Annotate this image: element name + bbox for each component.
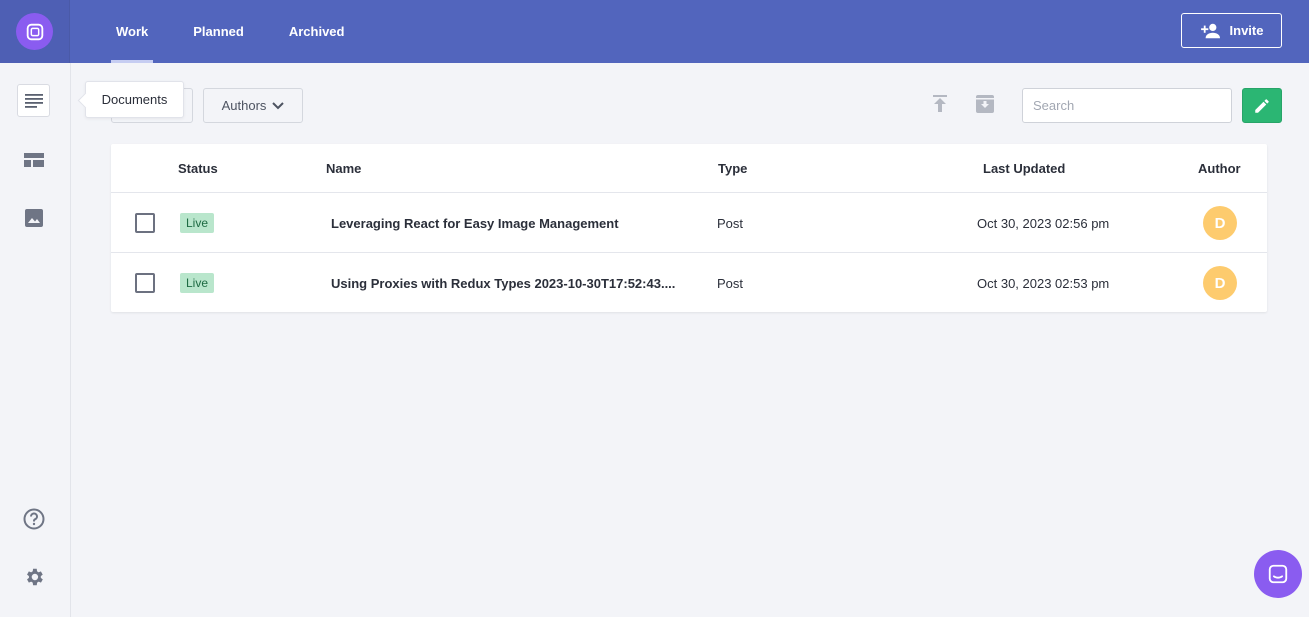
authors-filter-button[interactable]: Authors: [203, 88, 303, 123]
tab-archived[interactable]: Archived: [284, 0, 350, 63]
header-label: Author: [1198, 161, 1241, 176]
sidebar-item-documents[interactable]: [17, 84, 50, 117]
upload-icon: [933, 95, 947, 112]
tab-work[interactable]: Work: [111, 0, 154, 63]
status-badge: Live: [180, 273, 215, 293]
tab-planned[interactable]: Planned: [188, 0, 249, 63]
header-label: Last Updated: [983, 161, 1066, 176]
document-name[interactable]: Leveraging React for Easy Image Manageme…: [331, 193, 619, 253]
chevron-down-icon: [272, 101, 285, 109]
authors-label: Authors: [221, 98, 267, 113]
documents-table: Status Name Type Last Updated Author Liv…: [111, 144, 1267, 312]
tab-label: Planned: [193, 24, 244, 39]
last-updated: Oct 30, 2023 02:56 pm: [977, 215, 1110, 231]
sidebar-item-media[interactable]: [17, 201, 50, 234]
document-type: Post: [717, 215, 744, 231]
logo-cell: [0, 0, 70, 63]
sidebar-item-layouts[interactable]: [17, 143, 50, 176]
main-tabs: Work Planned Archived: [111, 0, 384, 63]
author-avatar: D: [1203, 266, 1237, 300]
documents-icon: [24, 93, 43, 108]
table-header: Status Name Type Last Updated Author: [111, 144, 1267, 193]
sidebar-item-help[interactable]: [17, 502, 50, 535]
archive-button[interactable]: [974, 93, 996, 115]
invite-label: Invite: [1229, 23, 1264, 38]
settings-icon: [26, 568, 43, 585]
document-type: Post: [717, 275, 744, 291]
logo-icon: [26, 23, 43, 40]
documents-tooltip: Documents: [85, 81, 184, 118]
help-icon: [23, 508, 44, 529]
chat-icon: [1268, 564, 1288, 584]
archive-icon: [976, 95, 994, 113]
sidebar: [0, 63, 71, 617]
status-badge: Live: [180, 213, 215, 233]
document-name[interactable]: Using Proxies with Redux Types 2023-10-3…: [331, 253, 675, 313]
sidebar-item-settings[interactable]: [17, 560, 50, 593]
invite-button[interactable]: Invite: [1181, 13, 1282, 48]
tab-label: Work: [116, 24, 149, 39]
column-header-last-updated[interactable]: Last Updated: [983, 144, 1065, 193]
top-bar: Work Planned Archived Invite: [0, 0, 1309, 63]
tooltip-label: Documents: [101, 92, 168, 107]
last-updated: Oct 30, 2023 02:53 pm: [977, 275, 1110, 291]
app-logo[interactable]: [16, 13, 53, 50]
image-icon: [24, 208, 43, 227]
publish-button[interactable]: [929, 93, 951, 115]
layout-icon: [23, 152, 44, 167]
new-document-button[interactable]: [1242, 88, 1282, 123]
author-avatar: D: [1203, 206, 1237, 240]
tab-label: Archived: [288, 24, 345, 39]
header-label: Name: [326, 161, 362, 176]
search-input[interactable]: [1022, 88, 1232, 123]
column-header-status[interactable]: Status: [178, 144, 218, 193]
pencil-icon: [1255, 98, 1269, 113]
table-row[interactable]: Live Using Proxies with Redux Types 2023…: [111, 253, 1267, 313]
row-checkbox[interactable]: [135, 213, 155, 233]
chat-launcher-button[interactable]: [1254, 550, 1302, 598]
column-header-name[interactable]: Name: [326, 144, 361, 193]
header-label: Type: [718, 161, 748, 176]
add-person-icon: [1200, 23, 1220, 38]
header-label: Status: [178, 161, 218, 176]
column-header-type[interactable]: Type: [718, 144, 747, 193]
row-checkbox[interactable]: [135, 273, 155, 293]
column-header-author[interactable]: Author: [1198, 144, 1241, 193]
table-row[interactable]: Live Leveraging React for Easy Image Man…: [111, 193, 1267, 253]
